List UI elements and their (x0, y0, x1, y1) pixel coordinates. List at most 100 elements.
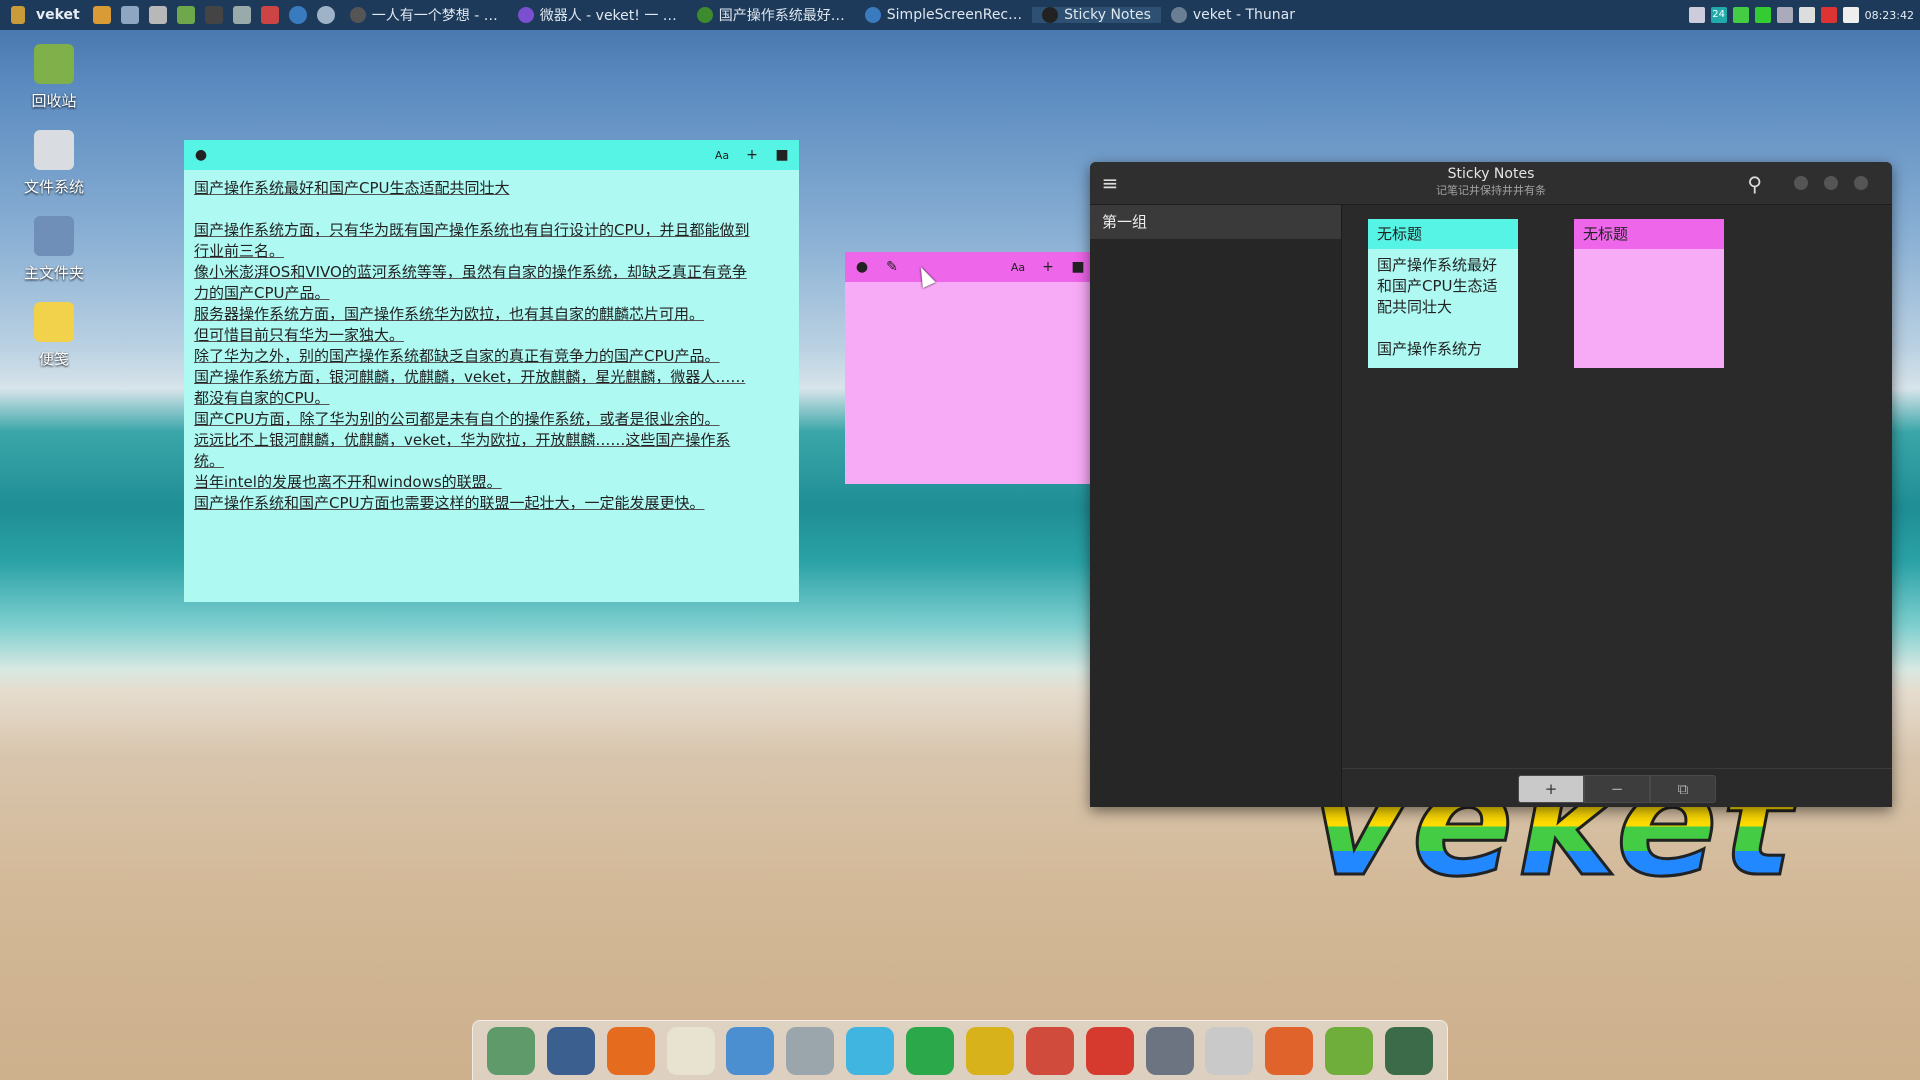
color-drop-icon[interactable]: ● (192, 147, 210, 163)
note-text-line: 国产操作系统最好和国产CPU生态适配共同壮大 (194, 179, 510, 197)
edit-pencil-icon[interactable]: ✎ (883, 259, 901, 275)
note-text-line: 国产操作系统方面，只有华为既有国产操作系统也有自行设计的CPU，并且都能做到 (194, 221, 750, 239)
delete-note-icon[interactable]: ■ (773, 147, 791, 163)
note-text-line: 国产操作系统方面，银河麒麟，优麒麟，veket，开放麒麟，星光麒麟，微器人…… (194, 368, 746, 386)
wifi-tray-icon[interactable] (1732, 7, 1749, 23)
display-tray-icon[interactable] (1776, 7, 1793, 23)
printer-launcher-icon[interactable] (232, 6, 251, 24)
task-label: 一人有一个梦想 - … (371, 8, 498, 24)
computer-icon[interactable] (546, 1026, 595, 1075)
note-text-area[interactable]: 国产操作系统最好和国产CPU生态适配共同壮大国产操作系统方面，只有华为既有国产操… (184, 170, 799, 522)
desktop-icon-label: 便笺 (38, 350, 69, 368)
maximize-button[interactable] (1824, 176, 1838, 190)
new-note-button[interactable]: + (1518, 775, 1584, 803)
note-card-line: 配共同壮大 (1377, 298, 1453, 316)
window-header: ≡ Sticky Notes 记笔记井保持井井有条 ⚲ (1090, 162, 1892, 205)
globe-icon[interactable] (1385, 1026, 1434, 1075)
note-text-line: 统。 (194, 452, 225, 470)
top-panel: veket 一人有一个梦想 - … 微器人 - veket! 一 … 国产操作系统最… (0, 0, 1920, 30)
notes-grid: 无标题 国产操作系统最好 和国产CPU生态适 配共同壮大 国产操作系统方 无标题 (1342, 205, 1892, 807)
browser-icon[interactable] (606, 1026, 655, 1075)
note-card-line (1377, 318, 1509, 339)
search-icon[interactable]: ⚲ (1747, 172, 1762, 196)
sticky-note-icon (34, 302, 74, 342)
chart-icon[interactable] (1025, 1026, 1074, 1075)
desktop-icon[interactable]: 便笺 (16, 302, 92, 369)
recycle-bin-icon (34, 44, 74, 84)
hamburger-menu-icon[interactable]: ≡ (1090, 171, 1130, 195)
font-size-icon[interactable]: Aa (1009, 261, 1027, 274)
sticky-note-cyan[interactable]: ● Aa + ■ 国产操作系统最好和国产CPU生态适配共同壮大国产操作系统方面，… (184, 140, 799, 602)
task-app-icon (696, 7, 713, 23)
file-manager-icon[interactable] (486, 1026, 535, 1075)
add-note-icon[interactable]: + (1039, 259, 1057, 275)
note-card-line: 国产操作系统最好 (1377, 256, 1498, 274)
task-label: veket - Thunar (1192, 7, 1295, 23)
menu-button[interactable]: veket (0, 6, 88, 24)
note-text-line: 但可惜目前只有华为一家独大。 (194, 326, 405, 344)
task-app-icon (349, 7, 366, 23)
notes-icon[interactable] (1325, 1026, 1374, 1075)
group-sidebar: 第一组 (1090, 205, 1342, 807)
image-viewer-icon[interactable] (726, 1026, 775, 1075)
close-button[interactable] (1854, 176, 1868, 190)
taskbar-task[interactable]: 微器人 - veket! 一 … (508, 5, 687, 25)
rocket-icon[interactable] (1085, 1026, 1134, 1075)
desktop-icon[interactable]: 回收站 (16, 44, 92, 111)
microphone-tray-icon[interactable] (1820, 7, 1837, 23)
note-text-area[interactable] (845, 282, 1095, 298)
note-text-line: 都没有自家的CPU。 (194, 389, 330, 407)
sidebar-group-item[interactable]: 第一组 (1090, 205, 1341, 239)
note-card-title: 无标题 (1574, 219, 1724, 249)
desktop-icon-label: 主文件夹 (23, 264, 84, 282)
remove-note-button[interactable]: − (1584, 775, 1650, 803)
window-subtitle: 记笔记井保持井井有条 (1436, 184, 1546, 197)
network-launcher-icon[interactable] (316, 6, 335, 24)
brand-label: veket (36, 7, 80, 23)
sticky-notes-window: ≡ Sticky Notes 记笔记井保持井井有条 ⚲ 第一组 无标题 国产操作… (1090, 162, 1892, 807)
delete-note-icon[interactable]: ■ (1069, 259, 1087, 275)
folder-launcher-icon[interactable] (92, 6, 111, 24)
music-icon[interactable] (786, 1026, 835, 1075)
clipboard2-tray-icon[interactable] (1798, 7, 1815, 23)
atom-icon[interactable] (846, 1026, 895, 1075)
firefox-icon[interactable] (1265, 1026, 1314, 1075)
color-drop-icon[interactable]: ● (853, 259, 871, 275)
terminal-icon[interactable] (965, 1026, 1014, 1075)
duplicate-note-button[interactable]: ⧉ (1650, 775, 1716, 803)
font-size-icon[interactable]: Aa (713, 149, 731, 162)
monitor-launcher-icon[interactable] (120, 6, 139, 24)
taskbar-task[interactable]: SimpleScreenRec… (855, 7, 1032, 23)
task-label: SimpleScreenRec… (886, 7, 1023, 23)
terminal-launcher-icon[interactable] (204, 6, 223, 24)
note-card-body: 国产操作系统最好 和国产CPU生态适 配共同壮大 国产操作系统方 (1368, 249, 1518, 366)
clock[interactable]: 08:23:42 (1865, 9, 1914, 22)
taskbar-task[interactable]: 国产操作系统最好… (687, 5, 855, 25)
desktop-icon[interactable]: 主文件夹 (16, 216, 92, 283)
media-player-icon[interactable] (906, 1026, 955, 1075)
battery-badge[interactable]: 24 (1710, 7, 1727, 23)
play-launcher-icon[interactable] (176, 6, 195, 24)
battery-tray-icon[interactable] (1754, 7, 1771, 23)
settings-icon[interactable] (1205, 1026, 1254, 1075)
taskbar-task[interactable]: 一人有一个梦想 - … (340, 5, 508, 25)
note-toolbar: ● Aa + ■ (184, 140, 799, 170)
taskbar-task[interactable]: Sticky Notes (1032, 7, 1161, 23)
volume-tray-icon[interactable] (1842, 7, 1859, 23)
text-editor-icon[interactable] (666, 1026, 715, 1075)
note-card-line: 国产操作系统方 (1377, 340, 1483, 358)
note-card[interactable]: 无标题 (1574, 219, 1724, 368)
desktop-icon[interactable]: 文件系统 (16, 130, 92, 197)
note-card[interactable]: 无标题 国产操作系统最好 和国产CPU生态适 配共同壮大 国产操作系统方 (1368, 219, 1518, 368)
add-note-icon[interactable]: + (743, 147, 761, 163)
check-launcher-icon[interactable] (288, 6, 307, 24)
tools-launcher-icon[interactable] (148, 6, 167, 24)
screen-launcher-icon[interactable] (260, 6, 279, 24)
sticky-note-pink[interactable]: ● ✎ Aa + ■ (845, 252, 1095, 484)
network-icon[interactable] (1145, 1026, 1194, 1075)
note-text-line: 服务器操作系统方面，国产操作系统华为欧拉，也有其自家的麒麟芯片可用。 (194, 305, 705, 323)
minimize-button[interactable] (1794, 176, 1808, 190)
clipboard-tray-icon[interactable] (1688, 7, 1705, 23)
taskbar-task[interactable]: veket - Thunar (1161, 7, 1305, 23)
drive-icon (34, 130, 74, 170)
